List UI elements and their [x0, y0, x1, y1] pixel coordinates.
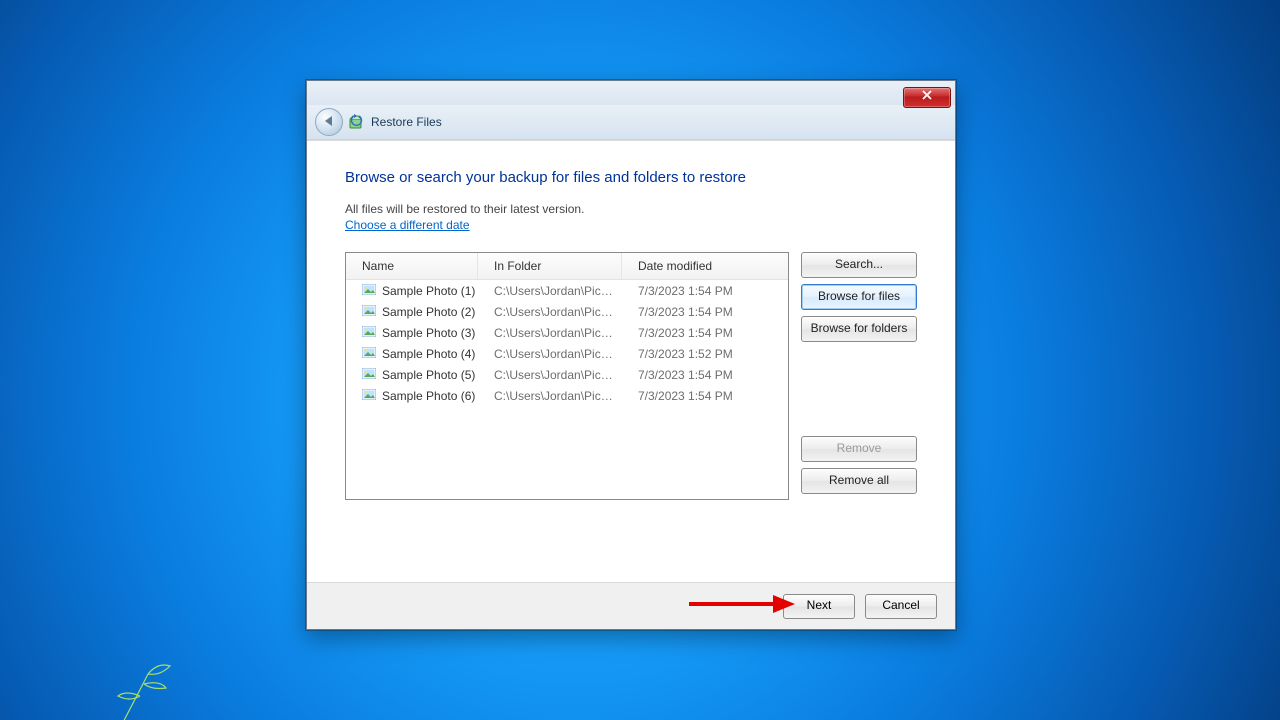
table-row[interactable]: Sample Photo (3)C:\Users\Jordan\Pictur..… [346, 322, 788, 343]
file-name: Sample Photo (2) [382, 305, 475, 319]
cell-name: Sample Photo (5) [346, 368, 478, 382]
cell-date: 7/3/2023 1:54 PM [622, 389, 788, 403]
table-row[interactable]: Sample Photo (2)C:\Users\Jordan\Pictur..… [346, 301, 788, 322]
version-note: All files will be restored to their late… [345, 202, 917, 216]
files-list[interactable]: Name In Folder Date modified Sample Phot… [345, 252, 789, 500]
column-headers[interactable]: Name In Folder Date modified [346, 253, 788, 280]
picture-icon [362, 326, 376, 340]
table-row[interactable]: Sample Photo (4)C:\Users\Jordan\Pictur..… [346, 343, 788, 364]
col-folder[interactable]: In Folder [478, 253, 622, 279]
decoration-leaf [100, 640, 220, 720]
picture-icon [362, 284, 376, 298]
cell-name: Sample Photo (1) [346, 284, 478, 298]
browse-folders-button[interactable]: Browse for folders [801, 316, 917, 342]
side-buttons: Search... Browse for files Browse for fo… [801, 252, 917, 500]
cell-date: 7/3/2023 1:54 PM [622, 326, 788, 340]
cell-date: 7/3/2023 1:54 PM [622, 368, 788, 382]
restore-files-window: Restore Files Browse or search your back… [306, 80, 956, 630]
desktop-wallpaper: Restore Files Browse or search your back… [0, 0, 1280, 720]
table-row[interactable]: Sample Photo (6)C:\Users\Jordan\Pictur..… [346, 385, 788, 406]
cell-folder: C:\Users\Jordan\Pictur... [478, 305, 622, 319]
content-area: Browse or search your backup for files a… [307, 141, 955, 561]
cell-date: 7/3/2023 1:54 PM [622, 305, 788, 319]
file-name: Sample Photo (3) [382, 326, 475, 340]
cell-name: Sample Photo (6) [346, 389, 478, 403]
close-button[interactable] [903, 87, 951, 108]
file-name: Sample Photo (1) [382, 284, 475, 298]
cell-name: Sample Photo (2) [346, 305, 478, 319]
cell-date: 7/3/2023 1:54 PM [622, 284, 788, 298]
next-button[interactable]: Next [783, 594, 855, 619]
col-date[interactable]: Date modified [622, 253, 788, 279]
cell-folder: C:\Users\Jordan\Pictur... [478, 389, 622, 403]
file-name: Sample Photo (4) [382, 347, 475, 361]
remove-button[interactable]: Remove [801, 436, 917, 462]
footer-bar: Next Cancel [307, 582, 955, 629]
picture-icon [362, 368, 376, 382]
picture-icon [362, 305, 376, 319]
back-button[interactable] [315, 108, 343, 136]
titlebar-top[interactable] [307, 81, 955, 105]
cell-date: 7/3/2023 1:52 PM [622, 347, 788, 361]
picture-icon [362, 389, 376, 403]
titlebar[interactable]: Restore Files [307, 105, 955, 140]
page-heading: Browse or search your backup for files a… [345, 169, 917, 186]
spacer [801, 348, 917, 430]
browse-files-button[interactable]: Browse for files [801, 284, 917, 310]
cell-folder: C:\Users\Jordan\Pictur... [478, 347, 622, 361]
search-button[interactable]: Search... [801, 252, 917, 278]
choose-different-date-link[interactable]: Choose a different date [345, 218, 470, 232]
table-row[interactable]: Sample Photo (1)C:\Users\Jordan\Pictur..… [346, 280, 788, 301]
cancel-button[interactable]: Cancel [865, 594, 937, 619]
col-name[interactable]: Name [346, 253, 478, 279]
window-title: Restore Files [371, 115, 442, 129]
cell-name: Sample Photo (3) [346, 326, 478, 340]
restore-icon [349, 114, 365, 130]
picture-icon [362, 347, 376, 361]
file-name: Sample Photo (6) [382, 389, 475, 403]
cell-name: Sample Photo (4) [346, 347, 478, 361]
file-name: Sample Photo (5) [382, 368, 475, 382]
cell-folder: C:\Users\Jordan\Pictur... [478, 368, 622, 382]
cell-folder: C:\Users\Jordan\Pictur... [478, 326, 622, 340]
cell-folder: C:\Users\Jordan\Pictur... [478, 284, 622, 298]
remove-all-button[interactable]: Remove all [801, 468, 917, 494]
table-row[interactable]: Sample Photo (5)C:\Users\Jordan\Pictur..… [346, 364, 788, 385]
